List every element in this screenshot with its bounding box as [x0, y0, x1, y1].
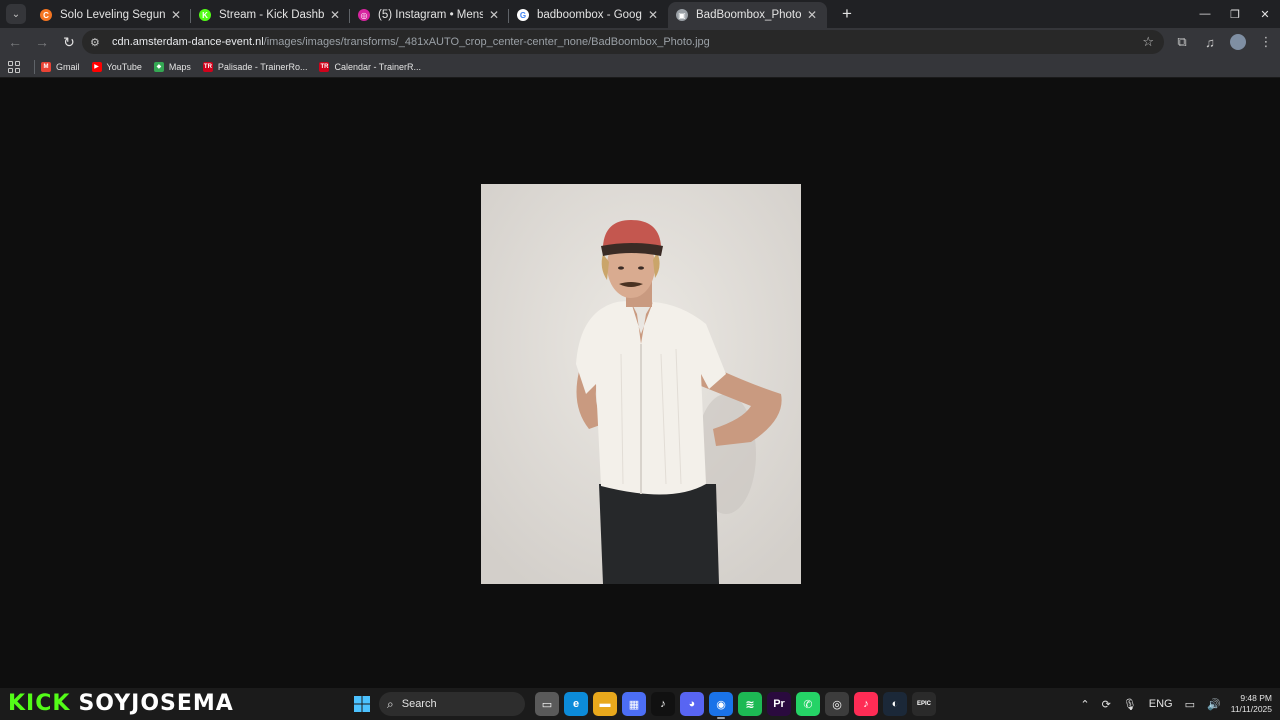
page-viewport [0, 79, 1280, 688]
tab-strip: ⌄ C Solo Leveling Segunda Tempor... ✕ K Stre… [0, 0, 1280, 28]
bookmark-label: Palisade - TrainerRo... [217, 61, 308, 72]
window-controls: — ❐ ✕ [1190, 0, 1280, 28]
browser-toolbar: ← → ↻ ⚙ cdn.amsterdam-dance-event.nl/ima… [0, 28, 1280, 56]
url-text[interactable]: cdn.amsterdam-dance-event.nl/images/imag… [112, 36, 710, 48]
bookmark-4[interactable]: TR Palisade - TrainerRo... [202, 61, 308, 72]
close-tab-icon[interactable]: ✕ [328, 8, 342, 22]
address-bar[interactable]: ⚙ cdn.amsterdam-dance-event.nl/images/im… [82, 30, 1164, 54]
menu-kebab-icon[interactable]: ⋮ [1252, 28, 1280, 56]
volume-icon[interactable]: 🔊 [1207, 698, 1221, 711]
bookmark-label: Maps [168, 61, 191, 72]
bookmark-2[interactable]: ▶ YouTube [91, 61, 142, 72]
apps-grid-icon[interactable] [8, 60, 20, 73]
tab-title: Stream - Kick Dashboard [219, 9, 324, 21]
gmail-icon: M [41, 61, 51, 72]
channel-name: SOYJOSEMA [78, 691, 234, 716]
profile-avatar[interactable] [1230, 34, 1246, 50]
youtube-icon: ▶ [91, 61, 102, 72]
tab-3[interactable]: ◎ (5) Instagram • Mensajes ✕ [350, 2, 509, 28]
tab-title: Solo Leveling Segunda Tempor... [60, 9, 165, 21]
close-tab-icon[interactable]: ✕ [487, 8, 501, 22]
tab-search-button[interactable]: ⌄ [6, 4, 26, 24]
chrome-icon[interactable]: ◉ [709, 692, 733, 719]
network-icon[interactable]: ▭ [1185, 698, 1195, 711]
minimize-button[interactable]: — [1190, 0, 1220, 28]
premiere-pro-icon[interactable]: Pr [767, 692, 791, 716]
portrait-illustration [481, 184, 801, 584]
crunchyroll-icon: C [40, 9, 52, 21]
trainerroad-icon: TR [319, 61, 330, 72]
tab-title: (5) Instagram • Mensajes [378, 9, 483, 21]
taskbar-apps: ⌕ Search ▭ e ▬ ▦ ♪ ◕ ◉ ≋ Pr ✆ ◎ ♪ ◐ EPIC [350, 692, 941, 719]
new-tab-button[interactable]: + [837, 4, 857, 24]
windows-taskbar: KICK SOYJOSEMA ⌕ Search ▭ e ▬ ▦ ♪ ◕ ◉ ≋ Pr ✆ ◎ ♪ ◐ EP… [0, 688, 1280, 720]
tab-4[interactable]: Gbadboombox - Google Search ✕ [509, 2, 668, 28]
forward-button[interactable]: → [30, 30, 54, 54]
taskbar-search[interactable]: ⌕ Search [379, 692, 525, 716]
tab-5[interactable]: ▣ BadBoombox_Photo.jpg (481×600) ✕ [668, 2, 827, 28]
tiktok-icon[interactable]: ♪ [651, 692, 675, 716]
close-tab-icon[interactable]: ✕ [805, 8, 819, 22]
chevron-up-icon[interactable]: ⌃ [1080, 698, 1089, 711]
bookmarks-bar: M Gmail ▶ YouTube ◆ Maps TR Palisade - TrainerR… [0, 56, 1280, 78]
google-icon: G [517, 9, 529, 21]
close-tab-icon[interactable]: ✕ [169, 8, 183, 22]
clock[interactable]: 9:48 PM 11/11/2025 [1231, 693, 1272, 715]
obs-icon[interactable]: ◎ [825, 692, 849, 716]
tab-title: BadBoombox_Photo.jpg (481×600) [696, 9, 801, 21]
kick-icon: K [199, 9, 211, 21]
windows-logo-icon [354, 696, 370, 712]
search-icon: ⌕ [387, 696, 394, 711]
tiktok-live-icon[interactable]: ♪ [854, 692, 878, 716]
tab-1[interactable]: C Solo Leveling Segunda Tempor... ✕ [32, 2, 191, 28]
edge-icon[interactable]: e [564, 692, 588, 716]
bookmark-label: Calendar - TrainerR... [334, 61, 421, 72]
image-icon: ▣ [676, 9, 688, 21]
bookmark-label: YouTube [106, 61, 142, 72]
back-button[interactable]: ← [3, 30, 27, 54]
system-tray: ⌃ ⟳ 🎙 ENG ▭ 🔊 9:48 PM 11/11/2025 [1074, 688, 1280, 720]
tab-2[interactable]: K Stream - Kick Dashboard ✕ [191, 2, 350, 28]
clock-date: 11/11/2025 [1230, 704, 1272, 714]
store-icon[interactable]: ▦ [622, 692, 646, 716]
discord-icon[interactable]: ◕ [680, 692, 704, 716]
language-indicator[interactable]: ENG [1149, 698, 1173, 710]
whatsapp-icon[interactable]: ✆ [796, 692, 820, 716]
epic-games-icon[interactable]: EPIC [912, 692, 936, 716]
reload-button[interactable]: ↻ [57, 30, 81, 54]
file-explorer-icon[interactable]: ▬ [593, 692, 617, 716]
spotify-icon[interactable]: ≋ [738, 692, 762, 716]
media-controls-icon[interactable]: ♫ [1196, 28, 1224, 56]
bookmark-3[interactable]: ◆ Maps [153, 61, 191, 72]
search-label: Search [401, 698, 437, 710]
bookmarks-divider [34, 59, 35, 74]
bookmark-5[interactable]: TR Calendar - TrainerR... [319, 61, 421, 72]
clock-time: 9:48 PM [1240, 693, 1272, 703]
extensions-icon[interactable]: ⧉ [1168, 28, 1196, 56]
trainerroad-icon: TR [202, 61, 213, 72]
start-button[interactable] [350, 692, 374, 716]
bookmark-label: Gmail [56, 61, 80, 72]
microphone-icon[interactable]: 🎙 [1123, 698, 1137, 711]
restore-button[interactable]: ❐ [1220, 0, 1250, 28]
close-tab-icon[interactable]: ✕ [646, 8, 660, 22]
kick-logo-text: KICK [8, 691, 71, 716]
instagram-icon: ◎ [358, 9, 370, 21]
site-info-icon[interactable]: ⚙ [90, 36, 104, 49]
tab-title: badboombox - Google Search [537, 9, 642, 21]
maps-icon: ◆ [153, 61, 164, 72]
bookmark-1[interactable]: M Gmail [41, 61, 80, 72]
steam-icon[interactable]: ◐ [883, 692, 907, 716]
task-view-icon[interactable]: ▭ [535, 692, 559, 716]
bookmark-star-icon[interactable]: ☆ [1142, 34, 1154, 50]
displayed-photo[interactable] [481, 184, 801, 584]
sync-icon[interactable]: ⟳ [1102, 698, 1111, 711]
close-window-button[interactable]: ✕ [1250, 0, 1280, 28]
stream-overlay: KICK SOYJOSEMA [8, 691, 234, 716]
